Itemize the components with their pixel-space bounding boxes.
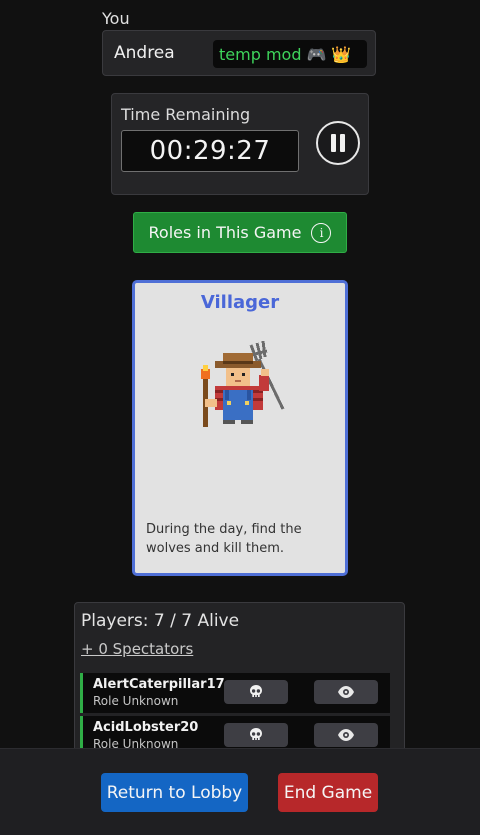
roles-button-label: Roles in This Game	[148, 223, 302, 242]
info-icon: i	[311, 222, 332, 243]
role-description: During the day, find the wolves and kill…	[146, 522, 302, 556]
end-game-button[interactable]: End Game	[278, 773, 378, 812]
timer-panel: Time Remaining 00:29:27	[111, 93, 369, 195]
timer-label: Time Remaining	[121, 105, 251, 124]
you-label: You	[102, 9, 130, 28]
badge-label: temp mod	[219, 44, 302, 64]
role-title: Villager	[200, 292, 280, 313]
view-role-button[interactable]	[314, 723, 378, 747]
username: Andrea	[114, 43, 175, 63]
skull-icon	[250, 728, 262, 740]
eye-icon	[338, 686, 354, 698]
pause-button[interactable]	[316, 121, 360, 165]
temp-mod-badge: temp mod 🎮 👑	[213, 40, 367, 68]
spectators-link[interactable]: + 0 Spectators	[81, 640, 193, 658]
crown-icon: 👑	[331, 44, 352, 64]
timer-display: 00:29:27	[121, 130, 299, 172]
player-name: AlertCaterpillar17	[93, 677, 225, 692]
kill-player-button[interactable]	[224, 723, 288, 747]
role-card: Villager During the day, find the wolves…	[132, 280, 348, 576]
pause-icon	[329, 134, 347, 152]
eye-icon	[338, 729, 354, 741]
villager-image	[201, 340, 285, 427]
player-row: AlertCaterpillar17 Role Unknown	[80, 673, 390, 713]
view-role-button[interactable]	[314, 680, 378, 704]
kill-player-button[interactable]	[224, 680, 288, 704]
gamepad-icon: 🎮	[306, 44, 327, 64]
player-role: Role Unknown	[93, 694, 179, 708]
skull-icon	[250, 685, 262, 697]
return-to-lobby-button[interactable]: Return to Lobby	[101, 773, 248, 812]
roles-in-game-button[interactable]: Roles in This Game i	[133, 212, 347, 253]
players-count: Players: 7 / 7 Alive	[81, 611, 240, 631]
player-name: AcidLobster20	[93, 720, 199, 735]
footer-bar: Return to Lobby End Game	[0, 748, 480, 835]
user-info-box: Andrea temp mod 🎮 👑	[102, 30, 376, 76]
